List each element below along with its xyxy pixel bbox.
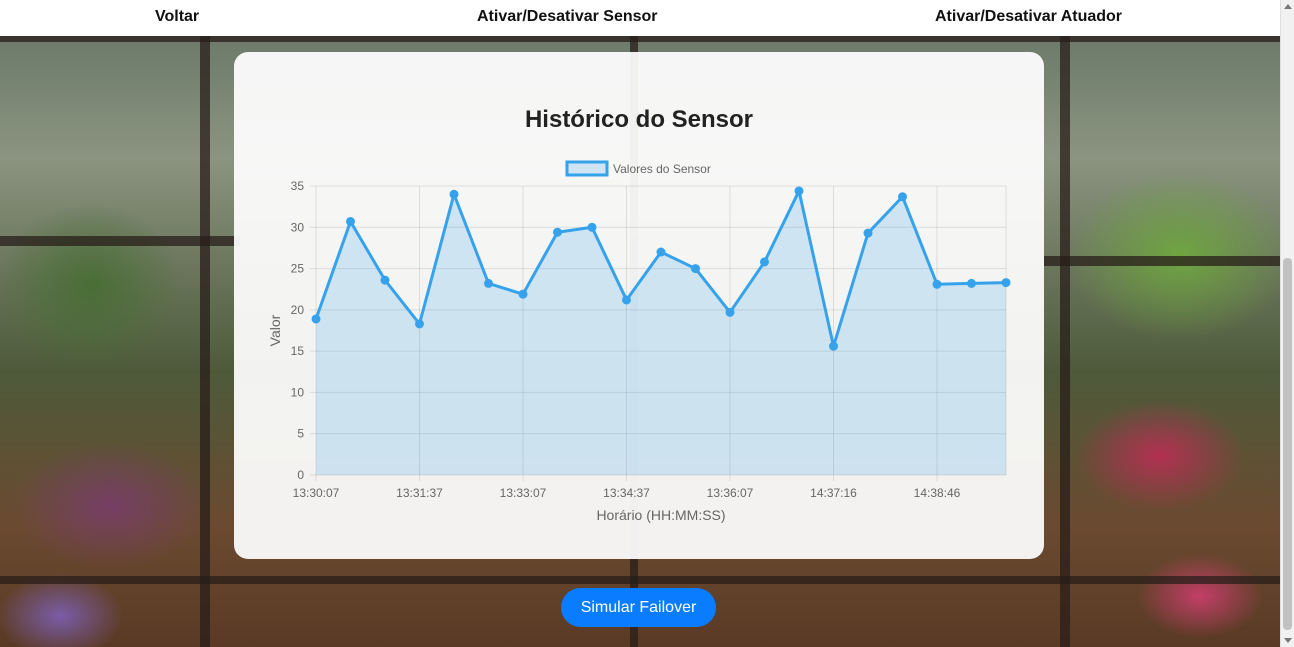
data-point [863, 228, 873, 238]
data-point [967, 278, 976, 288]
y-tick-label: 5 [297, 427, 304, 441]
back-link[interactable]: Voltar [155, 8, 199, 26]
x-tick-label: 13:33:07 [500, 486, 547, 500]
data-point [518, 289, 528, 299]
top-navigation-bar: Voltar Ativar/Desativar Sensor Ativar/De… [0, 0, 1281, 36]
x-tick-label: 14:37:16 [810, 486, 857, 500]
y-tick-label: 15 [291, 344, 305, 358]
data-point [311, 314, 321, 324]
scroll-up-arrow-icon[interactable] [1284, 4, 1292, 9]
data-point [656, 247, 666, 257]
data-point [760, 257, 769, 267]
data-point [622, 295, 631, 305]
data-point [725, 307, 735, 317]
data-point [587, 222, 597, 232]
x-axis-title: Horário (HH:MM:SS) [596, 507, 725, 523]
x-tick-label: 13:34:37 [603, 486, 650, 500]
y-tick-label: 20 [291, 303, 305, 317]
x-tick-label: 14:38:46 [914, 486, 961, 500]
data-point [415, 319, 424, 329]
scrollbar-thumb[interactable] [1283, 258, 1292, 630]
data-point [380, 275, 390, 285]
legend-label: Valores do Sensor [613, 162, 711, 176]
data-point [794, 186, 804, 196]
y-tick-label: 25 [291, 262, 305, 276]
x-tick-label: 13:31:37 [396, 486, 443, 500]
scroll-down-arrow-icon[interactable] [1284, 638, 1292, 643]
data-point [691, 264, 700, 274]
y-tick-label: 10 [291, 385, 305, 399]
data-point [829, 341, 838, 351]
data-point [1001, 278, 1011, 288]
simulate-failover-button[interactable]: Simular Failover [561, 588, 716, 627]
data-point [553, 227, 562, 237]
toggle-sensor-link[interactable]: Ativar/Desativar Sensor [477, 8, 658, 26]
page-scrollbar[interactable] [1280, 0, 1294, 647]
x-tick-label: 13:36:07 [707, 486, 754, 500]
data-point [898, 192, 907, 202]
y-axis-title: Valor [267, 314, 283, 346]
data-point [484, 278, 493, 288]
x-tick-label: 13:30:07 [293, 486, 340, 500]
data-point [346, 217, 355, 227]
data-point [449, 189, 459, 199]
data-point [932, 279, 942, 289]
y-tick-label: 35 [291, 179, 305, 193]
y-tick-label: 0 [297, 468, 304, 482]
y-tick-label: 30 [291, 220, 305, 234]
toggle-actuator-link[interactable]: Ativar/Desativar Atuador [935, 8, 1122, 26]
sensor-history-chart: 0 5 10 15 20 25 30 35 13:30:07 13:31:37 13:33:07 13… [267, 160, 1011, 523]
legend-swatch [565, 160, 609, 177]
